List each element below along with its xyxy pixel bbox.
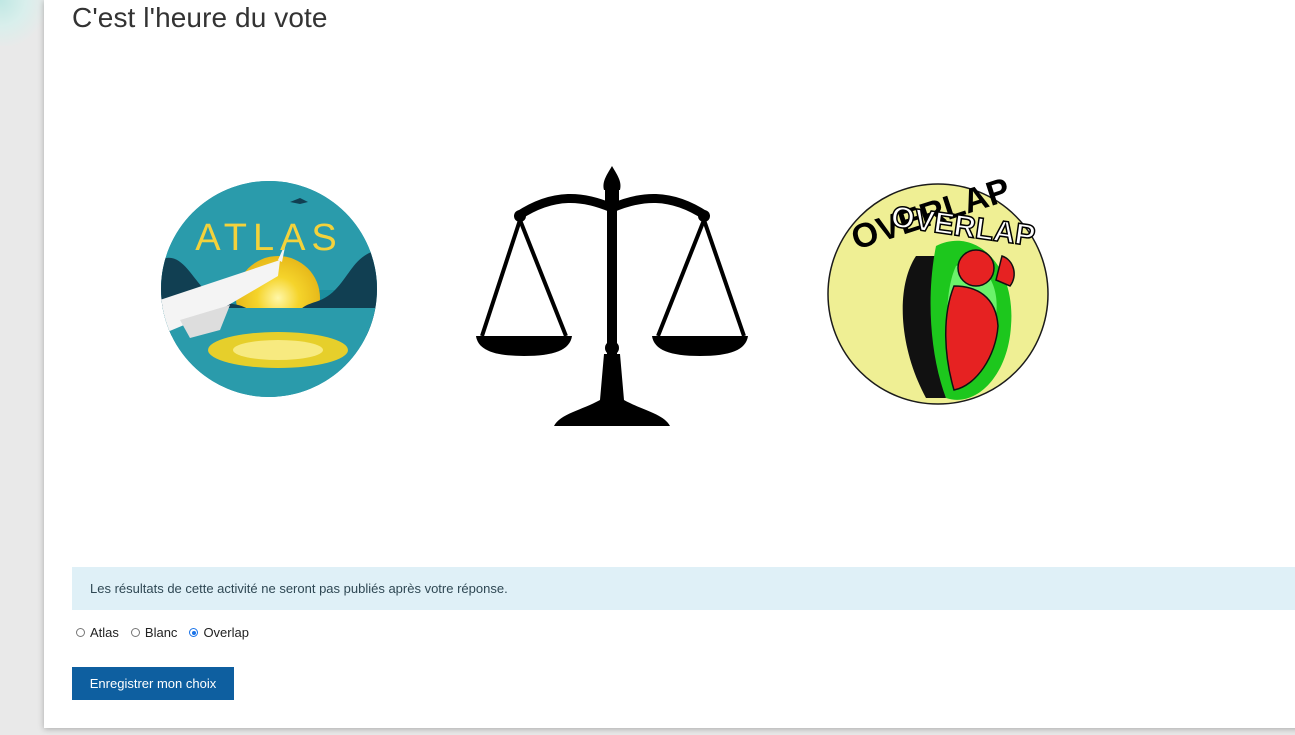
- svg-text:ATLAS: ATLAS: [195, 217, 343, 259]
- vote-card: C'est l'heure du vote ATLAS OVERLAP OVER…: [44, 0, 1295, 728]
- radio-atlas[interactable]: [76, 628, 85, 637]
- page-title: C'est l'heure du vote: [72, 2, 328, 33]
- results-notice-text: Les résultats de cette activité ne seron…: [90, 581, 508, 596]
- save-choice-button[interactable]: Enregistrer mon choix: [72, 667, 234, 700]
- option-overlap-label: Overlap: [203, 625, 249, 640]
- background-decoration: [0, 0, 46, 46]
- radio-blanc[interactable]: [130, 628, 140, 637]
- option-blanc[interactable]: Blanc: [130, 625, 178, 640]
- atlas-logo: ATLAS: [160, 180, 378, 398]
- overlap-logo: OVERLAP OVERLAP: [826, 171, 1076, 424]
- results-notice: Les résultats de cette activité ne seron…: [72, 567, 1295, 610]
- scales-of-justice-icon: [474, 164, 750, 432]
- option-overlap[interactable]: Overlap: [189, 625, 249, 640]
- vote-options: Atlas Blanc Overlap: [76, 625, 261, 640]
- option-blanc-label: Blanc: [144, 625, 178, 640]
- option-atlas-label: Atlas: [90, 625, 119, 640]
- option-atlas[interactable]: Atlas: [76, 625, 119, 640]
- radio-overlap[interactable]: [189, 628, 199, 637]
